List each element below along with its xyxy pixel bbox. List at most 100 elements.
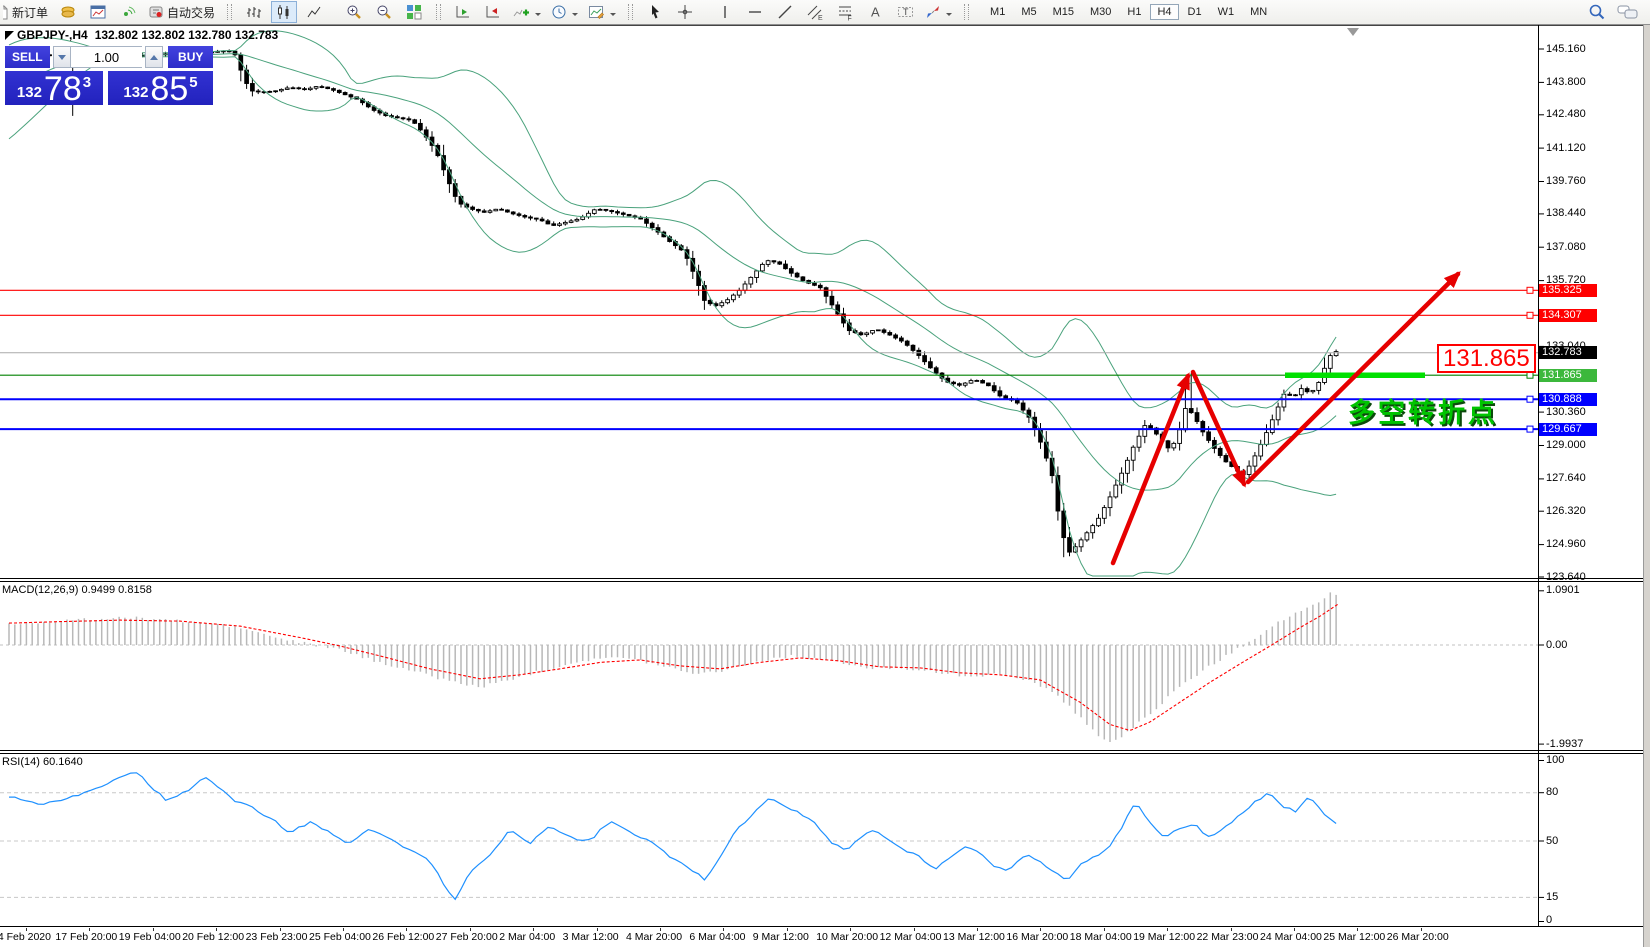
equidistant-channel-icon: E (807, 4, 824, 21)
autotrading-icon (148, 4, 164, 20)
candlestick-chart-button[interactable] (271, 1, 297, 23)
arrows-button[interactable] (922, 1, 955, 23)
timeframe-d1[interactable]: D1 (1181, 4, 1209, 20)
autotrading-button[interactable]: 自动交易 (145, 1, 218, 23)
arrows-icon (925, 4, 941, 20)
zoom-out-icon (376, 4, 392, 20)
tile-windows-button[interactable] (401, 1, 427, 23)
line-chart-button[interactable] (301, 1, 327, 23)
date-label: 24 Mar 04:00 (1260, 931, 1322, 943)
date-label: 4 Mar 20:00 (626, 931, 682, 943)
turning-point-annotation[interactable]: 多空转折点 (1348, 391, 1498, 430)
time-tick (850, 928, 851, 931)
macd-axis-label: -1.9937 (1546, 739, 1583, 750)
date-label: 10 Mar 20:00 (816, 931, 878, 943)
bar-chart-button[interactable] (241, 1, 267, 23)
timeframe-m5[interactable]: M5 (1014, 4, 1043, 20)
hline-button[interactable] (742, 1, 768, 23)
fibonacci-icon: F (837, 4, 854, 21)
time-tick (977, 928, 978, 931)
fibonacci-button[interactable]: F (832, 1, 858, 23)
toolbar-grip (964, 4, 969, 20)
time-tick (914, 928, 915, 931)
price-marker-label: 132.783 (1539, 346, 1597, 359)
new-order-button[interactable]: 新订单 (2, 1, 51, 23)
toolbar: 新订单 自动交易 (0, 0, 1650, 25)
new-chart-button[interactable] (85, 1, 111, 23)
price-tick-label: 130.360 (1546, 407, 1586, 418)
buy-price-box[interactable]: 132 85 5 (108, 71, 213, 105)
templates-button[interactable] (585, 1, 619, 23)
svg-text:A: A (871, 5, 880, 20)
date-label: 19 Feb 04:00 (119, 931, 181, 943)
signals-button[interactable] (115, 1, 141, 23)
zoom-out-button[interactable] (371, 1, 397, 23)
timeframe-m30[interactable]: M30 (1083, 4, 1118, 20)
rsi-axis-label: 15 (1546, 892, 1558, 903)
time-tick (597, 928, 598, 931)
volume-increase-button[interactable] (145, 46, 163, 68)
mt4-window: 新订单 自动交易 (0, 0, 1650, 947)
price-marker-label: 130.888 (1539, 393, 1597, 406)
autotrading-label: 自动交易 (167, 4, 215, 21)
time-tick (787, 928, 788, 931)
time-tick (660, 928, 661, 931)
cursor-button[interactable] (642, 1, 668, 23)
svg-text:T: T (903, 7, 909, 17)
one-click-collapse-icon[interactable] (5, 31, 14, 40)
macd-axis-label: 1.0901 (1546, 585, 1580, 596)
new-order-label: 新订单 (12, 4, 48, 21)
text-button[interactable]: A (862, 1, 888, 23)
horizontal-line-icon (747, 4, 763, 20)
timeframe-h4[interactable]: H4 (1150, 4, 1178, 20)
crosshair-icon (677, 4, 693, 20)
triangle-down-icon (58, 55, 66, 64)
time-tick (1294, 928, 1295, 931)
time-tick (153, 928, 154, 931)
volume-decrease-button[interactable] (53, 46, 71, 68)
price-tick-label: 124.960 (1546, 539, 1586, 550)
sell-price-figure: 132 (17, 84, 42, 101)
zoom-in-button[interactable] (341, 1, 367, 23)
window-edge-strip (1643, 25, 1650, 947)
trendline-button[interactable] (772, 1, 798, 23)
time-axis[interactable]: 14 Feb 202017 Feb 20:0019 Feb 04:0020 Fe… (0, 928, 1643, 947)
price-level-callout[interactable]: 131.865 (1437, 344, 1536, 373)
trendline-icon (777, 4, 793, 20)
price-tick-label: 143.800 (1546, 77, 1586, 88)
one-click-trading-panel: SELL BUY 132 78 3 132 85 5 (5, 46, 213, 104)
time-tick (280, 928, 281, 931)
vline-button[interactable] (712, 1, 738, 23)
svg-text:E: E (818, 15, 823, 21)
candlestick-chart-icon (276, 4, 292, 20)
price-axis[interactable]: 145.160143.800142.480141.120139.760138.4… (1539, 0, 1643, 947)
sell-price-box[interactable]: 132 78 3 (5, 71, 103, 105)
timeframe-w1[interactable]: W1 (1211, 4, 1242, 20)
sell-button[interactable]: SELL (5, 46, 50, 68)
auto-scroll-button[interactable] (450, 1, 476, 23)
time-tick (406, 928, 407, 931)
chart-canvas[interactable] (0, 25, 1650, 928)
buy-button[interactable]: BUY (168, 46, 213, 68)
chart-shift-icon (485, 4, 501, 20)
price-marker-label: 131.865 (1539, 369, 1597, 382)
timeframe-mn[interactable]: MN (1243, 4, 1274, 20)
date-label: 23 Feb 23:00 (246, 931, 308, 943)
chart-shift-button[interactable] (480, 1, 506, 23)
date-label: 3 Mar 12:00 (563, 931, 619, 943)
market-watch-button[interactable] (55, 1, 81, 23)
timeframe-h1[interactable]: H1 (1120, 4, 1148, 20)
crosshair-button[interactable] (672, 1, 698, 23)
timeframe-m15[interactable]: M15 (1046, 4, 1081, 20)
indicators-button[interactable] (510, 1, 544, 23)
gold-book-icon (60, 4, 76, 20)
date-label: 13 Mar 12:00 (943, 931, 1005, 943)
timeframe-m1[interactable]: M1 (983, 4, 1012, 20)
channel-button[interactable]: E (802, 1, 828, 23)
volume-input[interactable] (71, 46, 142, 68)
text-label-button[interactable]: T (892, 1, 918, 23)
sell-price-pips: 78 (44, 74, 82, 104)
date-label: 6 Mar 04:00 (689, 931, 745, 943)
periods-button[interactable] (548, 1, 581, 23)
buy-price-point: 5 (189, 74, 197, 91)
